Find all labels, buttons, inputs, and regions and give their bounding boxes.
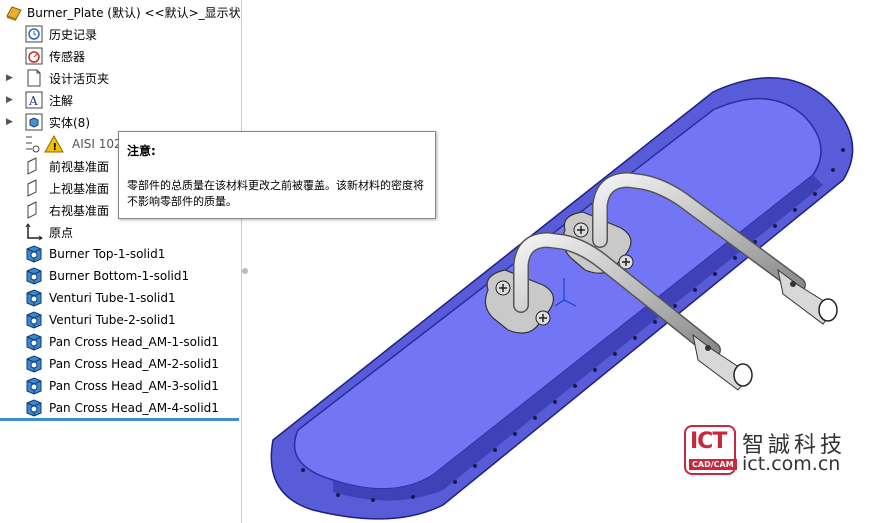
tree-item-label: 注解 [49, 93, 74, 108]
part-icon [24, 266, 44, 286]
tree-root[interactable]: Burner_Plate (默认) <<默认>_显示状态 [0, 1, 241, 23]
tree-item[interactable]: Venturi Tube-1-solid1 [0, 287, 241, 309]
tree-item[interactable]: Burner Top-1-solid1 [0, 243, 241, 265]
tree-item[interactable]: Pan Cross Head_AM-4-solid1 [0, 397, 241, 419]
tree-item-label: 历史记录 [49, 27, 98, 42]
origin-icon [24, 222, 44, 242]
plane-icon [24, 178, 44, 198]
tree-item-label: 设计活页夹 [49, 71, 110, 86]
ict-badge-text: ICT [690, 429, 727, 454]
tree-item-label: 传感器 [49, 49, 86, 64]
part-icon [24, 288, 44, 308]
tree-item-label: Pan Cross Head_AM-3-solid1 [49, 379, 219, 393]
tree-item-label: Venturi Tube-1-solid1 [49, 291, 176, 305]
tree-item[interactable]: Venturi Tube-2-solid1 [0, 309, 241, 331]
part-icon [24, 354, 44, 374]
tree-item-label: Pan Cross Head_AM-4-solid1 [49, 401, 219, 415]
tree-item-label: Burner Top-1-solid1 [49, 247, 166, 261]
tree-item[interactable]: 原点 [0, 221, 241, 243]
material-warning-icon: ! [24, 134, 68, 154]
sensor-icon [24, 46, 44, 66]
ict-logo: ICT CAD/CAM 智誠科技 ict.com.cn [682, 425, 870, 477]
part-root-icon [4, 2, 24, 22]
tree-item[interactable]: Pan Cross Head_AM-2-solid1 [0, 353, 241, 375]
svg-text:A: A [28, 94, 38, 108]
expand-arrow-icon[interactable]: ▶ [6, 95, 14, 105]
design-binder-icon [24, 68, 44, 88]
expand-arrow-icon[interactable]: ▶ [6, 73, 14, 83]
expand-arrow-icon[interactable]: ▶ [6, 117, 14, 127]
tree-root-label: Burner_Plate (默认) <<默认>_显示状态 [27, 5, 242, 20]
tree-item[interactable]: Pan Cross Head_AM-1-solid1 [0, 331, 241, 353]
material-warning-tooltip: 注意: 零部件的总质量在该材料更改之前被覆盖。该新材料的密度将不影响零部件的质量… [118, 131, 436, 219]
tree-item[interactable]: 传感器 [0, 45, 241, 67]
tree-item-label: Pan Cross Head_AM-2-solid1 [49, 357, 219, 371]
tree-item[interactable]: ▶ 实体(8) [0, 111, 241, 133]
tree-divider [0, 418, 239, 421]
tree-item-label: 实体(8) [49, 115, 90, 130]
tree-item[interactable]: Burner Bottom-1-solid1 [0, 265, 241, 287]
tree-item-label: 右视基准面 [49, 203, 110, 218]
solid-bodies-icon [24, 112, 44, 132]
history-icon [24, 24, 44, 44]
part-icon [24, 332, 44, 352]
tree-item[interactable]: 历史记录 [0, 23, 241, 45]
tree-item-label: Pan Cross Head_AM-1-solid1 [49, 335, 219, 349]
tree-item-label: 前视基准面 [49, 159, 110, 174]
tree-item[interactable]: ▶ A 注解 [0, 89, 241, 111]
annotations-icon: A [24, 90, 44, 110]
part-icon [24, 310, 44, 330]
part-icon [24, 244, 44, 264]
logo-url: ict.com.cn [742, 453, 841, 475]
tooltip-body: 零部件的总质量在该材料更改之前被覆盖。该新材料的密度将不影响零部件的质量。 [127, 179, 424, 208]
tree-item[interactable]: Pan Cross Head_AM-3-solid1 [0, 375, 241, 397]
tree-item-label: Burner Bottom-1-solid1 [49, 269, 190, 283]
tooltip-title: 注意: [127, 144, 156, 158]
part-icon [24, 398, 44, 418]
feature-manager-tree: Burner_Plate (默认) <<默认>_显示状态 历史记录传感器 ▶ 设计活… [0, 0, 242, 523]
tree-item[interactable]: ▶ 设计活页夹 [0, 67, 241, 89]
plane-icon [24, 200, 44, 220]
ict-badge-sub: CAD/CAM [689, 459, 737, 470]
tree-item-label: Venturi Tube-2-solid1 [49, 313, 176, 327]
ict-badge: ICT CAD/CAM [684, 425, 737, 475]
tree-item-label: 原点 [49, 225, 74, 240]
svg-text:!: ! [53, 142, 58, 153]
plane-icon [24, 156, 44, 176]
tree-item-label: 上视基准面 [49, 181, 110, 196]
part-icon [24, 376, 44, 396]
